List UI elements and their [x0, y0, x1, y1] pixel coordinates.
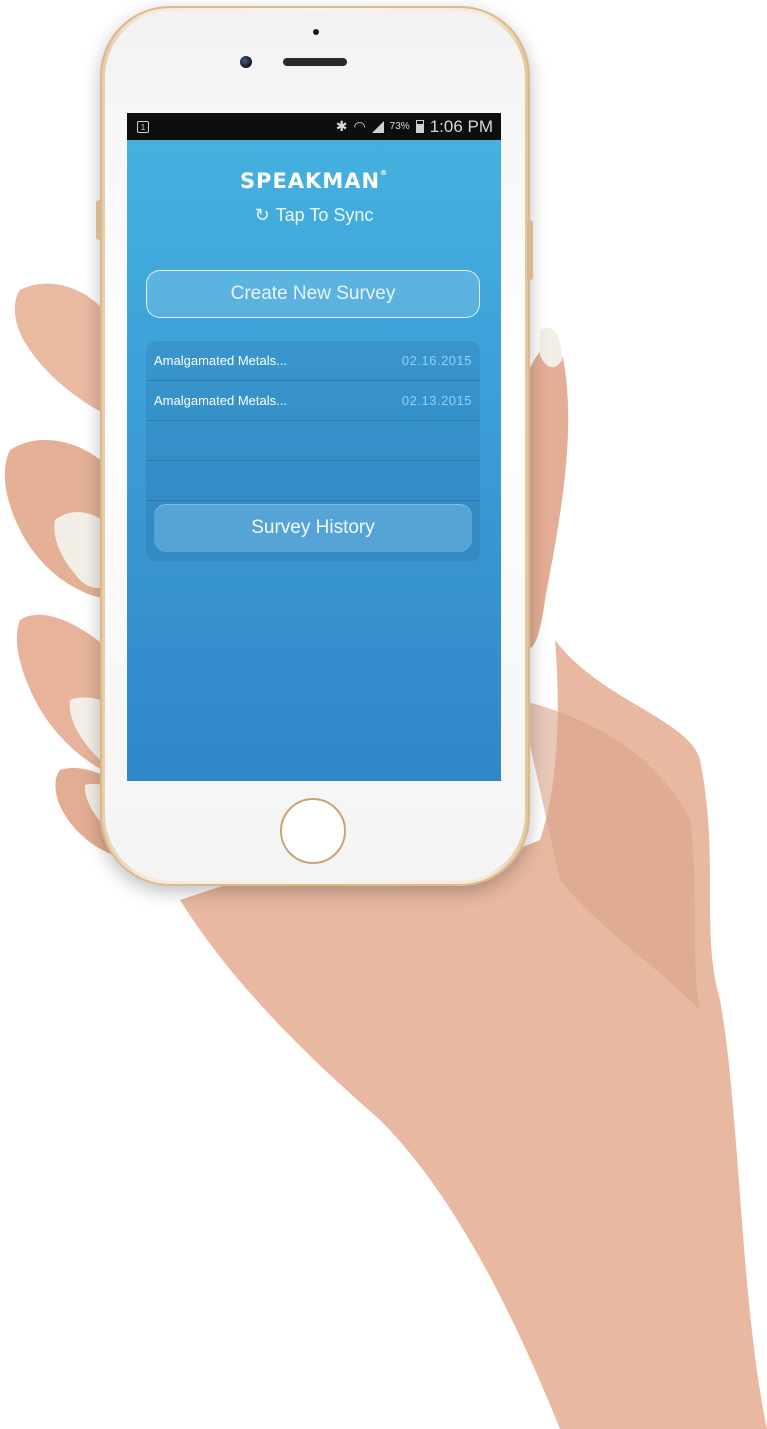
status-indicators: ✱ ◠ 73% 1:06 PM: [336, 117, 493, 137]
clock: 1:06 PM: [429, 116, 493, 136]
brand-text: SPEAKMAN: [239, 169, 381, 193]
signal-icon: [371, 120, 384, 133]
survey-row-empty: [146, 461, 480, 501]
survey-row[interactable]: Amalgamated Metals... 02.13.2015: [146, 381, 480, 421]
survey-name: Amalgamated Metals...: [154, 393, 287, 408]
bluetooth-icon: ✱: [335, 118, 348, 134]
survey-date: 02.16.2015: [401, 353, 472, 368]
app-screen: 1 ✱ ◠ 73% 1:06 PM SPEAKMAN® ↻ Tap To Sync…: [127, 113, 501, 781]
power-button: [527, 220, 533, 280]
proximity-sensor: [313, 29, 319, 35]
recent-surveys-panel: Amalgamated Metals... 02.16.2015 Amalgam…: [146, 341, 480, 561]
wifi-icon: ◠: [353, 118, 366, 134]
volume-button: [96, 200, 102, 240]
survey-history-button[interactable]: Survey History: [154, 504, 472, 552]
survey-row-empty: [146, 421, 480, 461]
brand-registered-mark: ®: [380, 169, 389, 177]
earpiece-speaker: [283, 58, 347, 66]
sync-icon: ↻: [254, 205, 270, 225]
create-new-survey-button[interactable]: Create New Survey: [146, 270, 480, 318]
front-camera-icon: [240, 56, 252, 68]
sync-label: Tap To Sync: [275, 205, 374, 225]
brand-logo: SPEAKMAN®: [127, 169, 501, 193]
tap-to-sync[interactable]: ↻ Tap To Sync: [127, 205, 501, 226]
notification-icon: 1: [137, 120, 149, 133]
survey-date: 02.13.2015: [401, 393, 472, 408]
survey-row[interactable]: Amalgamated Metals... 02.16.2015: [146, 341, 480, 381]
home-button[interactable]: [280, 798, 346, 864]
battery-icon: [415, 120, 424, 133]
thumb-shape: [525, 344, 569, 648]
status-bar: 1 ✱ ◠ 73% 1:06 PM: [127, 113, 501, 140]
survey-name: Amalgamated Metals...: [154, 353, 287, 368]
nail-thumb: [540, 327, 562, 368]
battery-percent: 73%: [389, 121, 410, 132]
